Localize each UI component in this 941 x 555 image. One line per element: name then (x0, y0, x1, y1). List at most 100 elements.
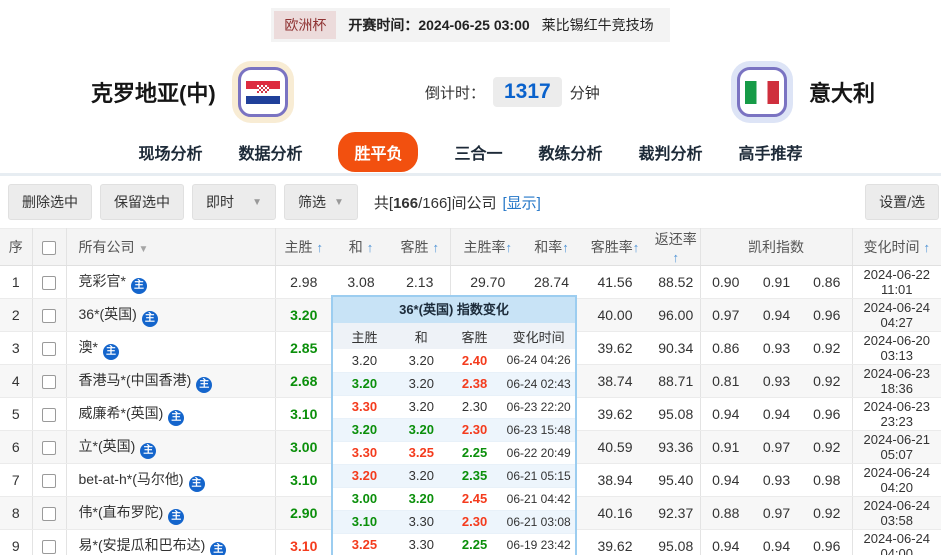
popup-draw-odds[interactable]: 3.20 (409, 353, 434, 368)
home-odds[interactable]: 3.20 (290, 307, 317, 323)
tab-live-analysis[interactable]: 现场分析 (138, 140, 202, 164)
popup-home-odds[interactable]: 3.20 (352, 468, 377, 483)
summary-suffix: /166]间公司 (418, 194, 497, 212)
popup-away-odds[interactable]: 2.25 (462, 537, 487, 552)
home-odds[interactable]: 2.98 (290, 274, 317, 290)
row-checkbox[interactable] (42, 474, 56, 489)
live-odds-dropdown[interactable]: 即时 ▼ (192, 184, 276, 220)
keep-selected-button[interactable]: 保留选中 (100, 184, 184, 220)
row-checkbox[interactable] (42, 441, 56, 456)
popup-home-odds[interactable]: 3.20 (352, 376, 377, 391)
row-checkbox[interactable] (42, 408, 56, 423)
popup-draw-odds[interactable]: 3.20 (409, 376, 434, 391)
company-name[interactable]: 香港马*(中国香港) (79, 372, 192, 388)
home-odds[interactable]: 3.00 (290, 439, 317, 455)
home-odds[interactable]: 3.10 (290, 406, 317, 422)
draw-odds[interactable]: 3.08 (347, 274, 374, 290)
popup-away-odds-cell: 2.30 (446, 510, 503, 534)
popup-away-odds[interactable]: 2.38 (462, 376, 487, 391)
popup-home-odds[interactable]: 3.30 (352, 445, 377, 460)
header-change-time[interactable]: 变化时间 ↑ (852, 228, 941, 266)
popup-away-odds[interactable]: 2.30 (462, 422, 487, 437)
home-odds[interactable]: 2.68 (290, 373, 317, 389)
away-win-rate: 41.56 (578, 265, 652, 299)
popup-home-odds[interactable]: 3.00 (352, 491, 377, 506)
row-checkbox[interactable] (42, 309, 56, 324)
row-checkbox[interactable] (42, 507, 56, 522)
home-odds[interactable]: 3.10 (290, 472, 317, 488)
return-rate: 88.71 (652, 364, 701, 398)
kelly-index: 0.93 (751, 331, 802, 365)
popup-draw-odds[interactable]: 3.25 (409, 445, 434, 460)
popup-away-odds[interactable]: 2.45 (462, 491, 487, 506)
home-odds[interactable]: 2.85 (290, 340, 317, 356)
filter-dropdown[interactable]: 筛选 ▼ (284, 184, 358, 220)
away-win-rate: 39.62 (578, 397, 652, 431)
home-odds[interactable]: 3.10 (290, 538, 317, 554)
popup-home-odds[interactable]: 3.30 (352, 399, 377, 414)
popup-header-away: 客胜 (446, 323, 503, 349)
popup-home-odds[interactable]: 3.10 (352, 514, 377, 529)
away-win-rate: 40.16 (578, 496, 652, 530)
tab-data-analysis[interactable]: 数据分析 (238, 140, 302, 164)
popup-header-draw: 和 (395, 323, 447, 349)
row-checkbox[interactable] (42, 276, 56, 291)
company-name[interactable]: 威廉希*(英国) (79, 405, 164, 421)
row-checkbox[interactable] (42, 375, 56, 390)
company-name[interactable]: bet-at-h*(马尔他) (79, 471, 184, 487)
select-all-checkbox[interactable] (42, 241, 56, 256)
show-link[interactable]: [显示] (502, 195, 540, 212)
header-company[interactable]: 所有公司 ▼ (66, 228, 276, 266)
home-odds[interactable]: 2.90 (290, 505, 317, 521)
row-checkbox-cell (32, 265, 67, 299)
header-draw-rate[interactable]: 和率↑ (525, 228, 578, 266)
tab-win-draw-lose[interactable]: 胜平负 (338, 131, 419, 172)
company-name[interactable]: 澳* (79, 339, 98, 355)
popup-title: 36*(英国) 指数变化 (333, 297, 575, 323)
tab-coach-analysis[interactable]: 教练分析 (539, 140, 603, 164)
tab-referee-analysis[interactable]: 裁判分析 (639, 140, 703, 164)
header-return-rate[interactable]: 返还率 ↑ (652, 228, 701, 266)
popup-away-odds[interactable]: 2.25 (462, 445, 487, 460)
company-name[interactable]: 易*(安提瓜和巴布达) (79, 537, 206, 553)
away-odds[interactable]: 2.13 (406, 274, 433, 290)
settings-button[interactable]: 设置/选 (865, 184, 939, 220)
popup-home-odds[interactable]: 3.20 (352, 353, 377, 368)
popup-home-odds[interactable]: 3.25 (352, 537, 377, 552)
popup-row: 3.20 3.20 2.35 06-21 05:15 (333, 464, 575, 488)
kelly-index: 0.94 (700, 463, 751, 497)
popup-away-odds-cell: 2.25 (446, 441, 503, 465)
tab-expert-picks[interactable]: 高手推荐 (739, 140, 803, 164)
header-draw-odds[interactable]: 和 ↑ (332, 228, 390, 266)
popup-away-odds[interactable]: 2.40 (462, 353, 487, 368)
row-checkbox[interactable] (42, 540, 56, 555)
header-away-rate[interactable]: 客胜率↑ (578, 228, 652, 266)
popup-draw-odds[interactable]: 3.20 (409, 468, 434, 483)
popup-draw-odds[interactable]: 3.20 (409, 491, 434, 506)
header-away-odds[interactable]: 客胜 ↑ (390, 228, 451, 266)
change-date: 2024-06-20 (863, 333, 931, 348)
popup-away-odds[interactable]: 2.30 (462, 399, 487, 414)
tab-three-in-one[interactable]: 三合一 (454, 140, 502, 164)
change-time: 2024-06-20 03:13 (852, 331, 941, 365)
company-name[interactable]: 立*(英国) (79, 438, 136, 454)
kickoff-label: 开赛时间： (348, 17, 419, 33)
popup-draw-odds[interactable]: 3.30 (409, 537, 434, 552)
row-checkbox[interactable] (42, 342, 56, 357)
company-name[interactable]: 伟*(直布罗陀) (79, 504, 164, 520)
popup-away-odds[interactable]: 2.30 (462, 514, 487, 529)
company-name[interactable]: 竞彩官* (79, 273, 126, 289)
change-time: 2024-06-24 04:27 (852, 298, 941, 332)
header-home-rate[interactable]: 主胜率↑ (450, 228, 525, 266)
popup-draw-odds[interactable]: 3.30 (409, 514, 434, 529)
popup-draw-odds[interactable]: 3.20 (409, 422, 434, 437)
popup-draw-odds-cell: 3.20 (395, 372, 447, 396)
header-home-odds[interactable]: 主胜 ↑ (275, 228, 332, 266)
company-name[interactable]: 36*(英国) (79, 306, 137, 322)
popup-header-home: 主胜 (333, 323, 396, 349)
popup-draw-odds[interactable]: 3.20 (409, 399, 434, 414)
popup-home-odds[interactable]: 3.20 (352, 422, 377, 437)
popup-away-odds[interactable]: 2.35 (462, 468, 487, 483)
delete-selected-button[interactable]: 删除选中 (8, 184, 92, 220)
table-header-row: 序 所有公司 ▼ 主胜 ↑ 和 ↑ 客胜 ↑ 主胜率↑ 和率↑ 客胜率↑ 返还率↑… (0, 228, 941, 266)
